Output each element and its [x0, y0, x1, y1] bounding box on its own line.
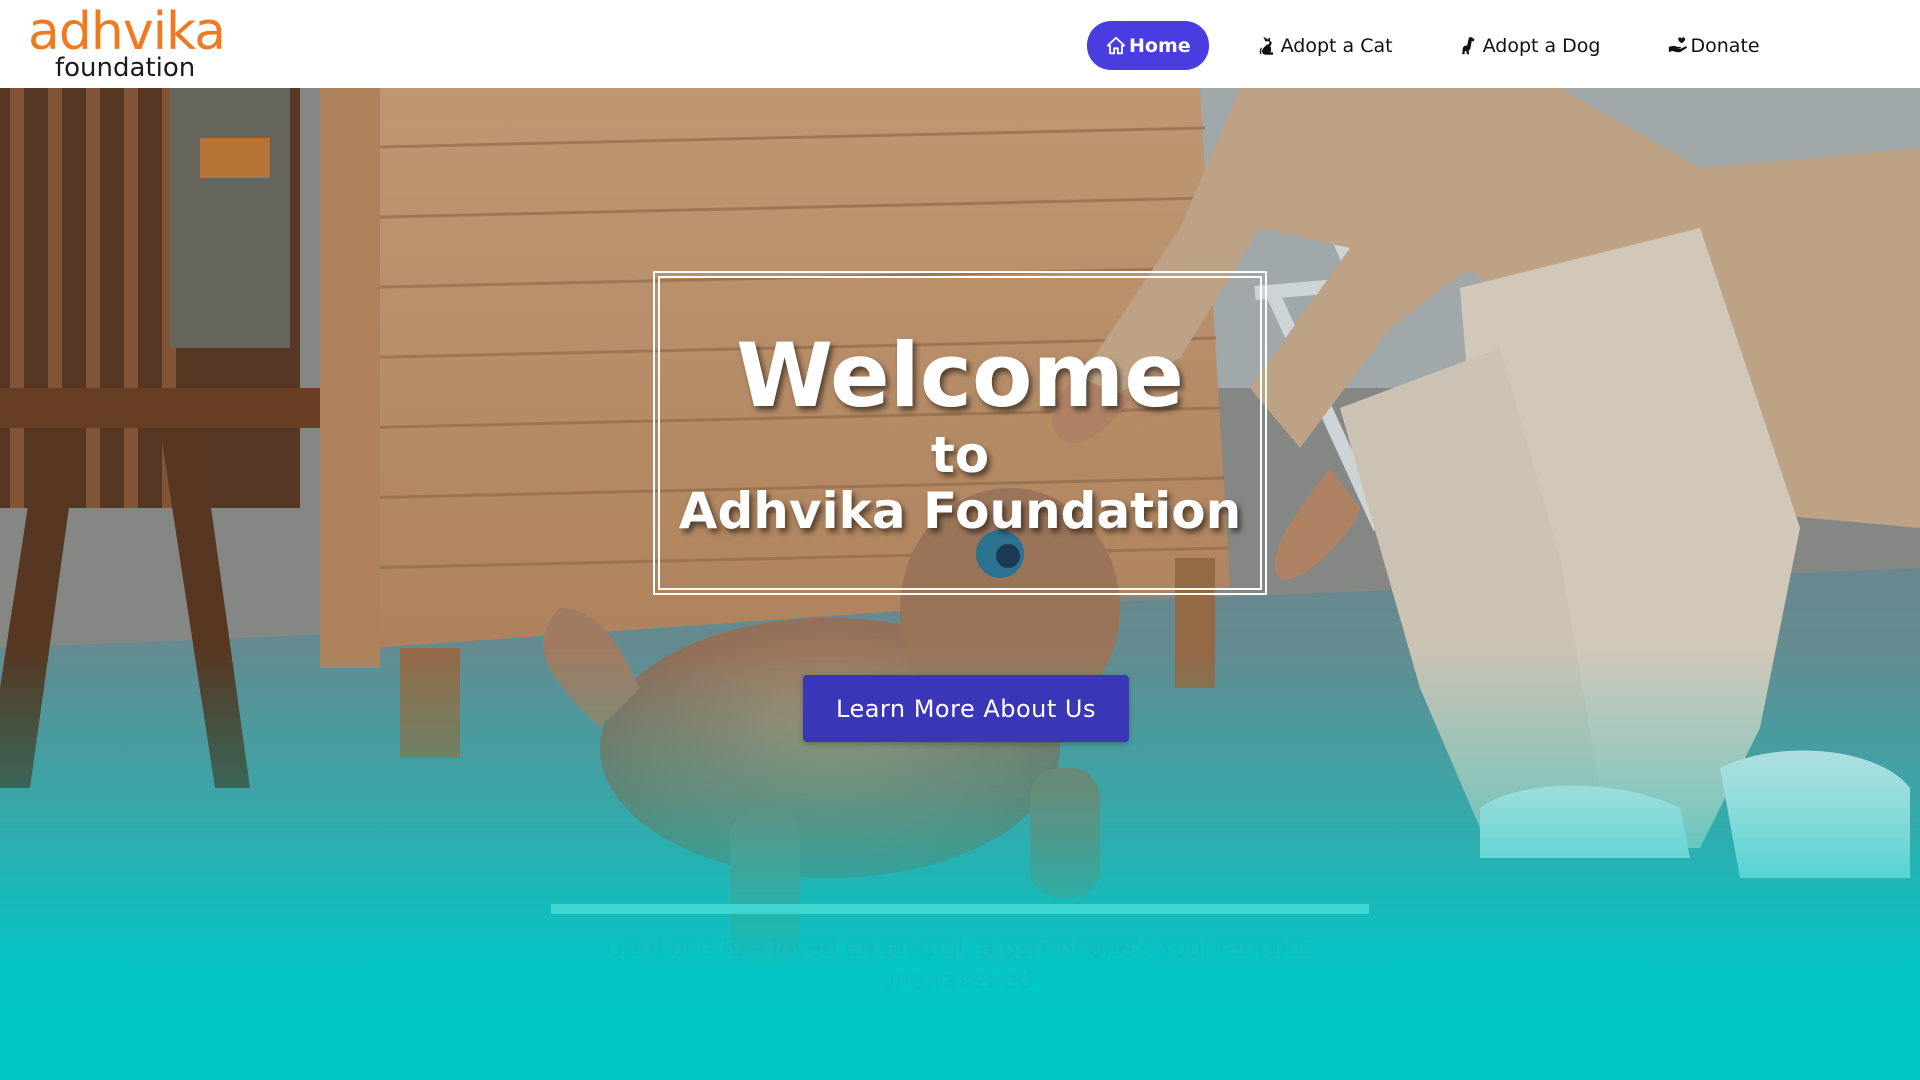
- hero-section: Welcome to Adhvika Foundation Learn More…: [0, 88, 1920, 1080]
- hero-quote: Until one has loved an animal, a part of…: [606, 934, 1314, 994]
- site-header: adhvika foundation Home Adopt a Cat Adop…: [0, 0, 1920, 88]
- home-icon: [1106, 36, 1126, 54]
- nav-item-adopt-cat[interactable]: Adopt a Cat: [1257, 21, 1393, 70]
- dog-icon: [1461, 36, 1475, 54]
- nav-item-adopt-cat-label: Adopt a Cat: [1280, 34, 1393, 57]
- nav-item-donate[interactable]: Donate: [1667, 21, 1760, 70]
- donate-hand-icon: [1668, 36, 1687, 52]
- logo-wordmark-top: adhvika: [28, 2, 226, 62]
- nav-item-donate-label: Donate: [1690, 34, 1760, 57]
- hero-subtitle-org: Adhvika Foundation: [678, 482, 1242, 540]
- nav-item-adopt-dog-label: Adopt a Dog: [1482, 34, 1601, 57]
- nav-item-adopt-dog[interactable]: Adopt a Dog: [1459, 21, 1601, 70]
- hero-subtitle-to: to: [930, 426, 990, 484]
- cat-icon: [1259, 36, 1273, 55]
- nav-item-home-label: Home: [1129, 34, 1191, 57]
- hero-title: Welcome: [736, 324, 1184, 427]
- learn-more-button[interactable]: Learn More About Us: [803, 675, 1129, 742]
- nav-item-home[interactable]: Home: [1087, 21, 1209, 70]
- logo-wordmark-bottom: foundation: [55, 53, 196, 83]
- quote-divider: [551, 904, 1369, 914]
- main-nav: Home Adopt a Cat Adopt a Dog Donate: [1087, 21, 1760, 70]
- brand-logo[interactable]: adhvika foundation: [28, 6, 228, 83]
